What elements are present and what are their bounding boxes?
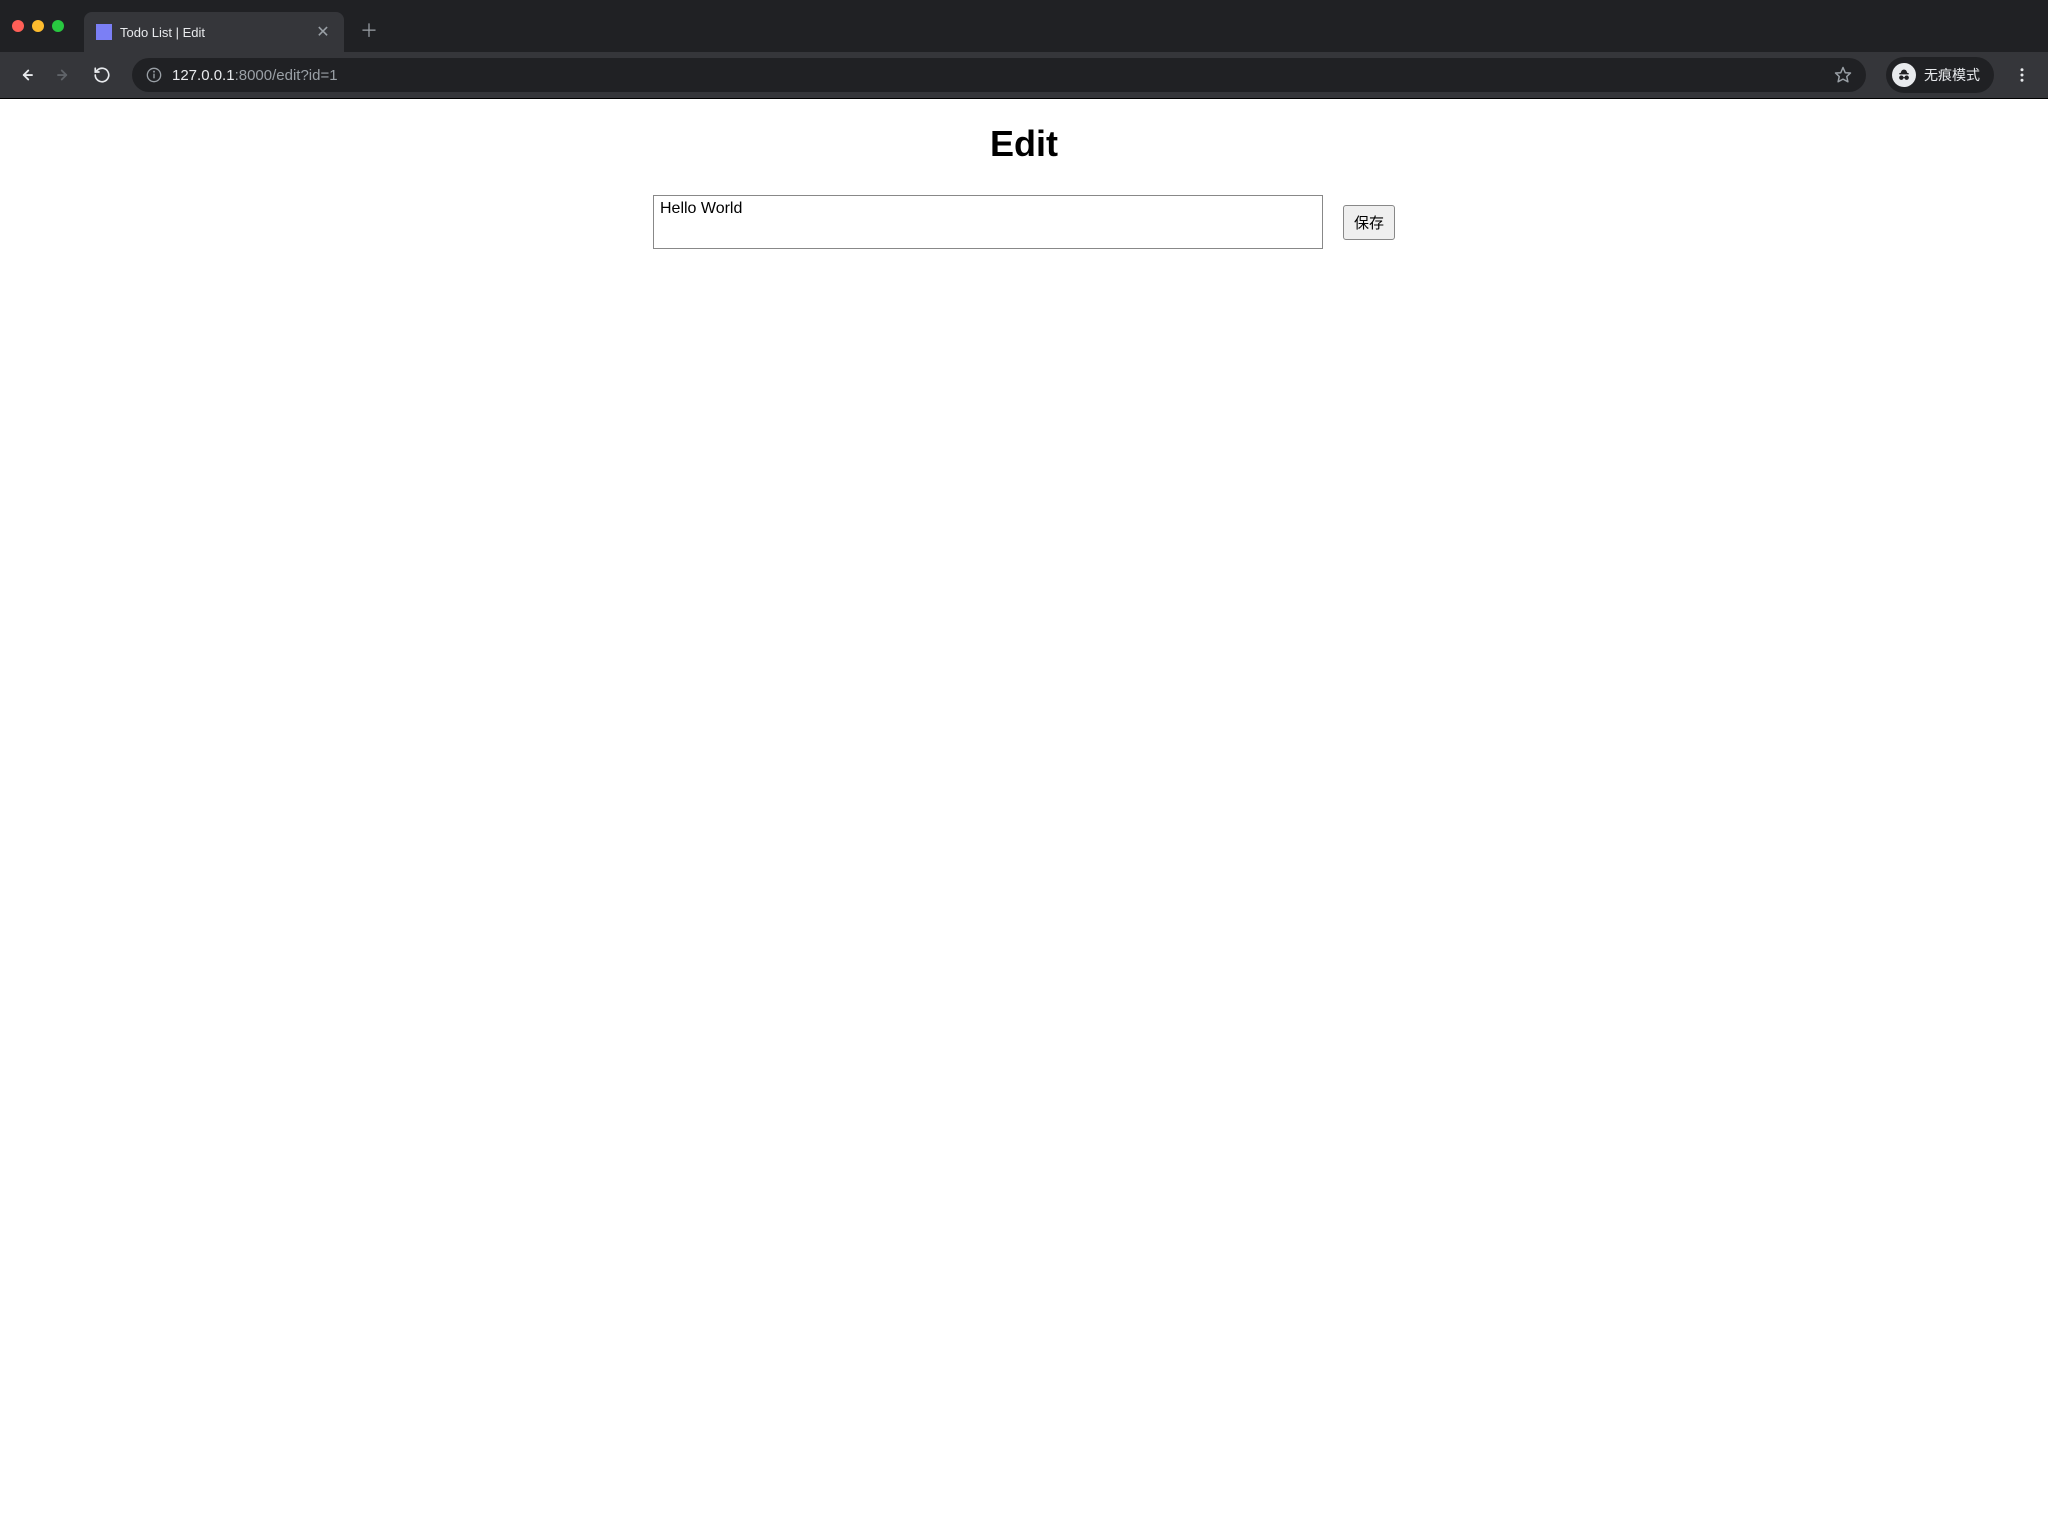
edit-form: Hello World 保存	[653, 195, 1395, 249]
reload-button[interactable]	[86, 59, 118, 91]
address-bar[interactable]: 127.0.0.1:8000/edit?id=1	[132, 58, 1866, 92]
url-path: :8000/edit?id=1	[235, 67, 338, 84]
incognito-label: 无痕模式	[1924, 65, 1980, 85]
tab-title: Todo List | Edit	[120, 25, 306, 40]
browser-toolbar: 127.0.0.1:8000/edit?id=1 无痕模式	[0, 52, 2048, 98]
bookmark-star-icon[interactable]	[1834, 66, 1852, 84]
window-maximize-button[interactable]	[52, 20, 64, 32]
incognito-badge[interactable]: 无痕模式	[1886, 57, 1994, 93]
browser-menu-button[interactable]	[2006, 59, 2038, 91]
window-minimize-button[interactable]	[32, 20, 44, 32]
reload-icon	[93, 66, 111, 84]
browser-tab[interactable]: Todo List | Edit ✕	[84, 12, 344, 52]
arrow-left-icon	[17, 66, 35, 84]
new-tab-button[interactable]: ＋	[354, 15, 384, 45]
page-title: Edit	[0, 123, 2048, 165]
arrow-right-icon	[55, 66, 73, 84]
more-vertical-icon	[2013, 66, 2031, 84]
back-button[interactable]	[10, 59, 42, 91]
forward-button[interactable]	[48, 59, 80, 91]
url-text: 127.0.0.1:8000/edit?id=1	[172, 67, 1824, 84]
url-host: 127.0.0.1	[172, 67, 235, 84]
browser-chrome: Todo List | Edit ✕ ＋ 127.0.0.1:8000/edit…	[0, 0, 2048, 99]
save-button[interactable]: 保存	[1343, 205, 1395, 240]
tab-strip: Todo List | Edit ✕ ＋	[0, 0, 2048, 52]
incognito-icon	[1892, 63, 1916, 87]
page-content: Edit Hello World 保存	[0, 99, 2048, 273]
window-close-button[interactable]	[12, 20, 24, 32]
window-controls	[12, 20, 64, 32]
site-info-icon[interactable]	[146, 67, 162, 83]
close-tab-icon[interactable]: ✕	[314, 23, 332, 41]
tab-favicon	[96, 24, 112, 40]
todo-input[interactable]: Hello World	[653, 195, 1323, 249]
